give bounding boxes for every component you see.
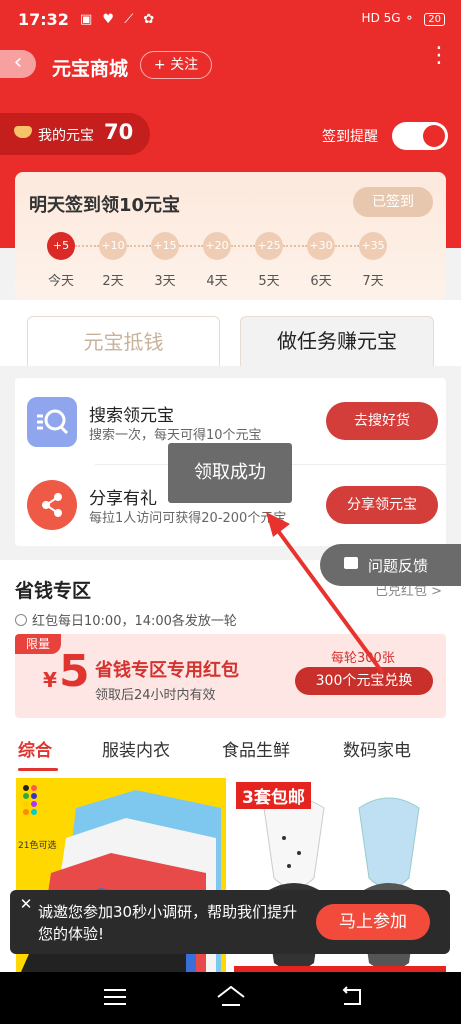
limited-badge: 限量 (15, 634, 61, 654)
coupon-validity: 领取后24小时内有效 (95, 688, 216, 703)
success-toast: 领取成功 (168, 443, 292, 503)
join-survey-button[interactable]: 马上参加 (316, 904, 430, 940)
sign-reminder-toggle[interactable] (392, 122, 448, 150)
back-button[interactable]: ‹ (0, 50, 36, 78)
color-options-note: 21色可选 (18, 841, 57, 851)
savings-subtitle-text: 红包每日10:00，14:00各发放一轮 (32, 614, 237, 629)
day-bonus-circle: +10 (99, 232, 127, 260)
category-tab-all[interactable]: 综合 (18, 736, 52, 761)
category-tabs: 综合 服装内衣 食品生鲜 数码家电 (0, 736, 461, 772)
day-label: 7天 (362, 274, 384, 289)
savings-section: 省钱专区 已兑红包 > 红包每日10:00，14:00各发放一轮 限量 ¥ 5 … (0, 560, 461, 736)
status-bar: 17:32 ▣ ♥ ⟋ ✿ HD 5G ⚬ 20 (0, 0, 461, 38)
ingot-icon (14, 126, 32, 138)
survey-banner: ✕ 诚邀您参加30秒小调研，帮助我们提升您的体验! 马上参加 (10, 890, 450, 954)
day-label: 5天 (258, 274, 280, 289)
sign-in-card: 明天签到领10元宝 已签到 +5 今天 +10 2天 +15 3天 +20 4天 +25 5天 +3… (15, 172, 446, 300)
coupon-title: 省钱专区专用红包 (95, 660, 239, 681)
redeem-button[interactable]: 300个元宝兑换 (295, 667, 433, 695)
page-title: 元宝商城 (52, 58, 129, 80)
day-label: 3天 (154, 274, 176, 289)
share-task-icon (27, 480, 77, 530)
day-bonus-circle: +15 (151, 232, 179, 260)
day-bonus-circle: +20 (203, 232, 231, 260)
close-icon[interactable]: ✕ (16, 894, 36, 914)
network-icons: HD 5G ⚬ (361, 11, 415, 25)
coupon-limit: 每轮300张 (331, 651, 395, 666)
system-nav-bar (0, 972, 461, 1024)
day-connector (179, 245, 203, 249)
day-bonus-circle: +25 (255, 232, 283, 260)
task-title: 搜索领元宝 (89, 406, 174, 426)
search-goods-button[interactable]: 去搜好货 (326, 402, 438, 440)
task-title: 分享有礼 (89, 489, 157, 509)
sign-in-title: 明天签到领10元宝 (29, 195, 181, 216)
my-coins[interactable]: 我的元宝 70 (0, 113, 150, 155)
search-task-icon (27, 397, 77, 447)
category-tab-food[interactable]: 食品生鲜 (222, 736, 290, 761)
status-right: HD 5G ⚬ 20 (362, 11, 445, 26)
feedback-label: 问题反馈 (368, 557, 429, 575)
coupon-currency: ¥ (43, 668, 57, 692)
day-connector (127, 245, 151, 249)
sign-in-days: +5 今天 +10 2天 +15 3天 +20 4天 +25 5天 +30 6天 +35 7天 (15, 232, 446, 292)
sign-reminder-label: 签到提醒 (322, 129, 378, 145)
savings-subtitle: 红包每日10:00，14:00各发放一轮 (15, 610, 237, 629)
coins-label: 我的元宝 (38, 128, 94, 144)
back-nav-icon[interactable] (340, 986, 364, 1008)
menu-icon[interactable] (104, 989, 126, 1005)
notification-icons: ▣ ♥ ⟋ ✿ (80, 12, 158, 27)
status-time: 17:32 (18, 10, 69, 29)
category-tab-electronics[interactable]: 数码家电 (343, 736, 411, 761)
day-connector (335, 245, 359, 249)
home-icon[interactable] (216, 985, 246, 1009)
day-connector (231, 245, 255, 249)
day-bonus-circle: +35 (359, 232, 387, 260)
day-connector (75, 245, 99, 249)
day-label: 2天 (102, 274, 124, 289)
day-label: 今天 (47, 274, 74, 289)
feedback-button[interactable]: 问题反馈 (320, 544, 461, 586)
coupon-amount: 5 (59, 646, 90, 697)
follow-button[interactable]: + 关注 (140, 51, 212, 79)
clock-icon (15, 614, 27, 626)
signed-button[interactable]: 已签到 (353, 187, 433, 217)
category-underline (18, 768, 58, 771)
category-tab-clothing[interactable]: 服装内衣 (102, 736, 170, 761)
day-bonus-circle: +30 (307, 232, 335, 260)
tab-earn-coins[interactable]: 做任务赚元宝 (240, 316, 434, 366)
coupon-card: 限量 ¥ 5 省钱专区专用红包 领取后24小时内有效 每轮300张 300个元宝… (15, 634, 446, 718)
battery-icon: 20 (424, 13, 445, 26)
savings-title: 省钱专区 (15, 580, 92, 602)
share-coins-button[interactable]: 分享领元宝 (326, 486, 438, 524)
task-desc: 搜索一次，每天可得10个元宝 (89, 428, 262, 443)
day-connector (283, 245, 307, 249)
coins-count: 70 (104, 120, 134, 144)
tab-coin-deduction[interactable]: 元宝抵钱 (27, 316, 220, 366)
task-desc: 每拉1人访问可获得20-200个元宝 (89, 511, 287, 526)
survey-text: 诚邀您参加30秒小调研，帮助我们提升您的体验! (38, 903, 298, 943)
day-bonus-circle: +5 (47, 232, 75, 260)
toggle-knob (423, 125, 445, 147)
more-menu-icon[interactable]: ⋮ (428, 45, 450, 67)
chat-icon (344, 557, 358, 569)
day-label: 4天 (206, 274, 228, 289)
free-shipping-badge: 3套包邮 (236, 782, 311, 809)
day-label: 6天 (310, 274, 332, 289)
